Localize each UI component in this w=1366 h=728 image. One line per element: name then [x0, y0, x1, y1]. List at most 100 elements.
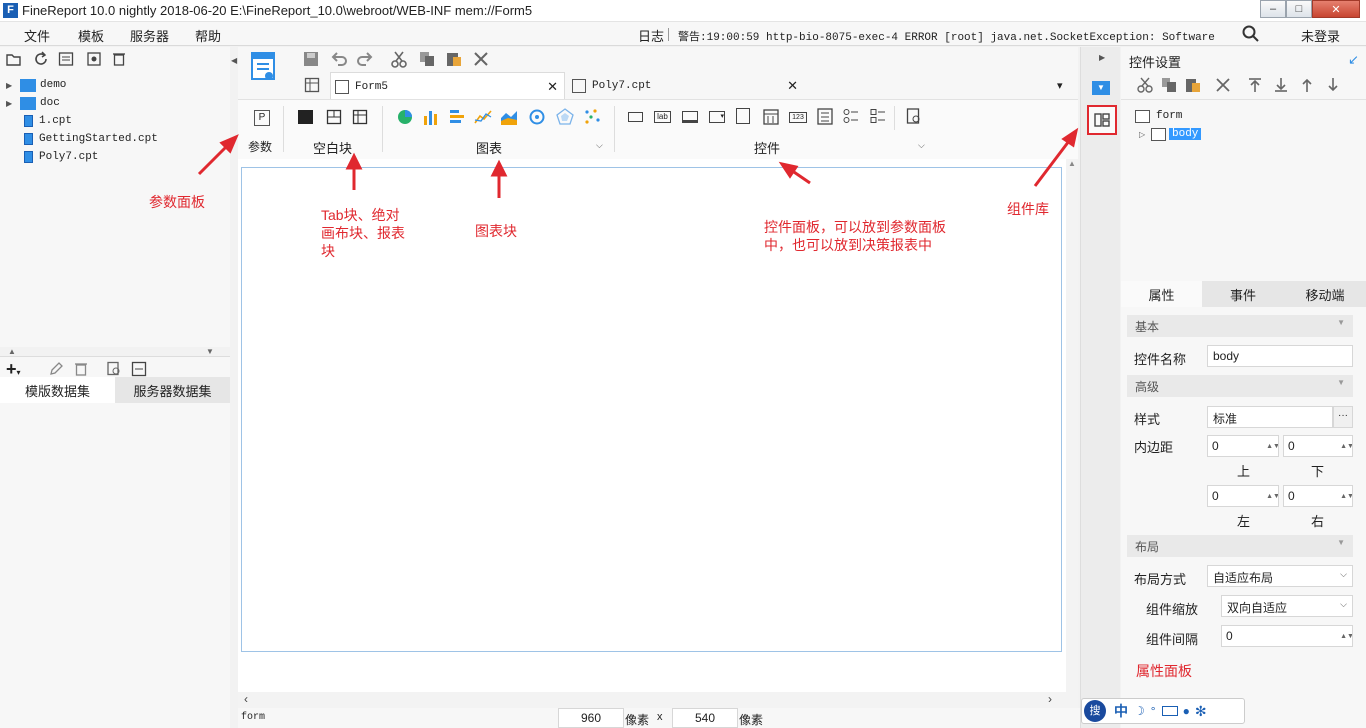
section-basic[interactable]: 基本 ▼: [1127, 315, 1353, 337]
tab-form5[interactable]: Form5 ✕: [330, 72, 565, 100]
moon-icon[interactable]: ☽: [1134, 704, 1145, 718]
menu-template[interactable]: 模板: [78, 26, 104, 45]
gap-input[interactable]: 0 ▲▼: [1221, 625, 1353, 647]
close-tab-icon[interactable]: ✕: [547, 79, 558, 95]
padding-left-input[interactable]: 0 ▲▼: [1207, 485, 1279, 507]
splitter-up-icon[interactable]: ▼: [206, 347, 214, 356]
horizontal-scrollbar[interactable]: ‹ ›: [238, 692, 1078, 708]
move-top-icon[interactable]: [1247, 77, 1263, 93]
scroll-right-icon[interactable]: ›: [1048, 692, 1052, 706]
save-icon[interactable]: [302, 50, 320, 68]
tree-item-1cpt[interactable]: 1.cpt: [0, 112, 72, 130]
radio-group-widget-icon[interactable]: [843, 108, 859, 125]
padding-top-input[interactable]: 0 ▲▼: [1207, 435, 1279, 457]
gauge-chart-icon[interactable]: [528, 108, 546, 126]
pin-icon[interactable]: ↙: [1348, 52, 1359, 68]
tab-mobile[interactable]: 移动端: [1284, 281, 1366, 307]
maximize-button[interactable]: □: [1286, 0, 1312, 18]
delete-dataset-icon[interactable]: [73, 361, 89, 377]
scroll-up-icon[interactable]: ▲: [1066, 159, 1078, 168]
stepper-icon[interactable]: ▲▼: [1266, 436, 1278, 456]
style-more-button[interactable]: ···: [1333, 406, 1353, 428]
label-widget-icon[interactable]: lab: [654, 111, 671, 123]
preview-dataset-icon[interactable]: [106, 361, 122, 377]
padding-right-input[interactable]: 0 ▲▼: [1283, 485, 1353, 507]
punct-icon[interactable]: °: [1151, 704, 1156, 718]
button-widget-icon[interactable]: [628, 112, 643, 122]
settings-icon[interactable]: [86, 51, 102, 67]
number-widget-icon[interactable]: 123: [789, 112, 807, 123]
area-chart-icon[interactable]: [500, 108, 518, 126]
edit-icon[interactable]: [48, 361, 64, 377]
menu-help[interactable]: 帮助: [195, 26, 221, 45]
ime-toolbar[interactable]: 搜 中 ☽ ° ● ✻: [1081, 698, 1245, 724]
template-info-icon[interactable]: [58, 51, 74, 67]
canvas-height-input[interactable]: 540: [672, 708, 738, 728]
param-panel-icon[interactable]: P: [254, 110, 270, 126]
padding-bottom-input[interactable]: 0 ▲▼: [1283, 435, 1353, 457]
textarea-widget-icon[interactable]: [736, 108, 750, 124]
scale-select[interactable]: 双向自适应 ⌵: [1221, 595, 1353, 617]
tab-server-dataset[interactable]: 服务器数据集: [115, 377, 230, 403]
grid-view-icon[interactable]: [304, 77, 320, 93]
keyboard-icon[interactable]: [1161, 706, 1178, 716]
redo-icon[interactable]: [356, 50, 374, 68]
tree-node-form[interactable]: form: [1135, 107, 1182, 125]
refresh-icon[interactable]: [33, 51, 49, 67]
pie-chart-icon[interactable]: [396, 108, 414, 126]
copy-icon[interactable]: [418, 50, 436, 68]
ime-lang[interactable]: 中: [1114, 701, 1128, 721]
line-chart-icon[interactable]: [474, 108, 492, 126]
undo-icon[interactable]: [330, 50, 348, 68]
widget-panel-tab-icon[interactable]: ▼: [1092, 81, 1110, 95]
chart-expand-icon[interactable]: ⌵: [596, 140, 603, 151]
absolute-block-icon[interactable]: [326, 109, 342, 125]
radar-chart-icon[interactable]: [556, 108, 574, 126]
tree-item-gettingstarted[interactable]: GettingStarted.cpt: [0, 130, 158, 148]
bar-chart-icon[interactable]: [422, 108, 440, 126]
tab-list-icon[interactable]: ▾: [1057, 79, 1063, 92]
section-layout[interactable]: 布局 ▼: [1127, 535, 1353, 557]
tab-block-icon[interactable]: [298, 110, 313, 124]
cut-icon[interactable]: [1137, 77, 1153, 93]
cut-icon[interactable]: [390, 50, 408, 68]
move-down-icon[interactable]: [1325, 77, 1341, 93]
splitter-down-icon[interactable]: ▲: [8, 347, 16, 356]
section-advanced[interactable]: 高级 ▼: [1127, 375, 1353, 397]
widget-name-input[interactable]: body: [1207, 345, 1353, 367]
widget-search-icon[interactable]: [906, 108, 922, 125]
delete-icon[interactable]: [111, 51, 127, 67]
tab-events[interactable]: 事件: [1202, 281, 1284, 307]
stepper-icon[interactable]: ▲▼: [1340, 626, 1352, 646]
move-up-icon[interactable]: [1299, 77, 1315, 93]
scroll-left-icon[interactable]: ‹: [244, 692, 248, 706]
stepper-icon[interactable]: ▲▼: [1340, 486, 1352, 506]
stepper-icon[interactable]: ▲▼: [1266, 486, 1278, 506]
warning-log[interactable]: 警告:19:00:59 http-bio-8075-exec-4 ERROR […: [678, 28, 1218, 44]
delete-icon[interactable]: [1215, 77, 1231, 93]
dataset-param-icon[interactable]: [131, 361, 147, 377]
tab-poly7[interactable]: Poly7.cpt ✕: [568, 72, 804, 100]
expand-arrow-icon[interactable]: ▷: [1139, 130, 1151, 139]
expand-arrow-icon[interactable]: ▶: [6, 81, 14, 90]
combo-widget-icon[interactable]: ▾: [709, 111, 725, 123]
component-library-button[interactable]: [1087, 105, 1117, 135]
move-bottom-icon[interactable]: [1273, 77, 1289, 93]
menu-server[interactable]: 服务器: [130, 26, 169, 45]
search-icon[interactable]: [1242, 25, 1260, 43]
hbar-chart-icon[interactable]: [448, 108, 466, 126]
widget-expand-icon[interactable]: ⌵: [918, 140, 925, 151]
close-tab-icon[interactable]: ✕: [787, 78, 798, 94]
date-widget-icon[interactable]: [763, 108, 779, 125]
stepper-icon[interactable]: ▲▼: [1340, 436, 1352, 456]
menu-file[interactable]: 文件: [24, 26, 50, 45]
checkbox-group-widget-icon[interactable]: [870, 108, 886, 125]
open-folder-icon[interactable]: [6, 51, 22, 67]
mic-icon[interactable]: ●: [1183, 704, 1190, 718]
close-button[interactable]: ✕: [1312, 0, 1360, 18]
list-widget-icon[interactable]: [817, 108, 833, 125]
tree-item-doc[interactable]: ▶ doc: [0, 94, 60, 112]
left-panel-collapse-icon[interactable]: ◀: [231, 56, 237, 65]
paste-icon[interactable]: [1185, 77, 1201, 93]
log-button[interactable]: 日志: [638, 26, 664, 45]
